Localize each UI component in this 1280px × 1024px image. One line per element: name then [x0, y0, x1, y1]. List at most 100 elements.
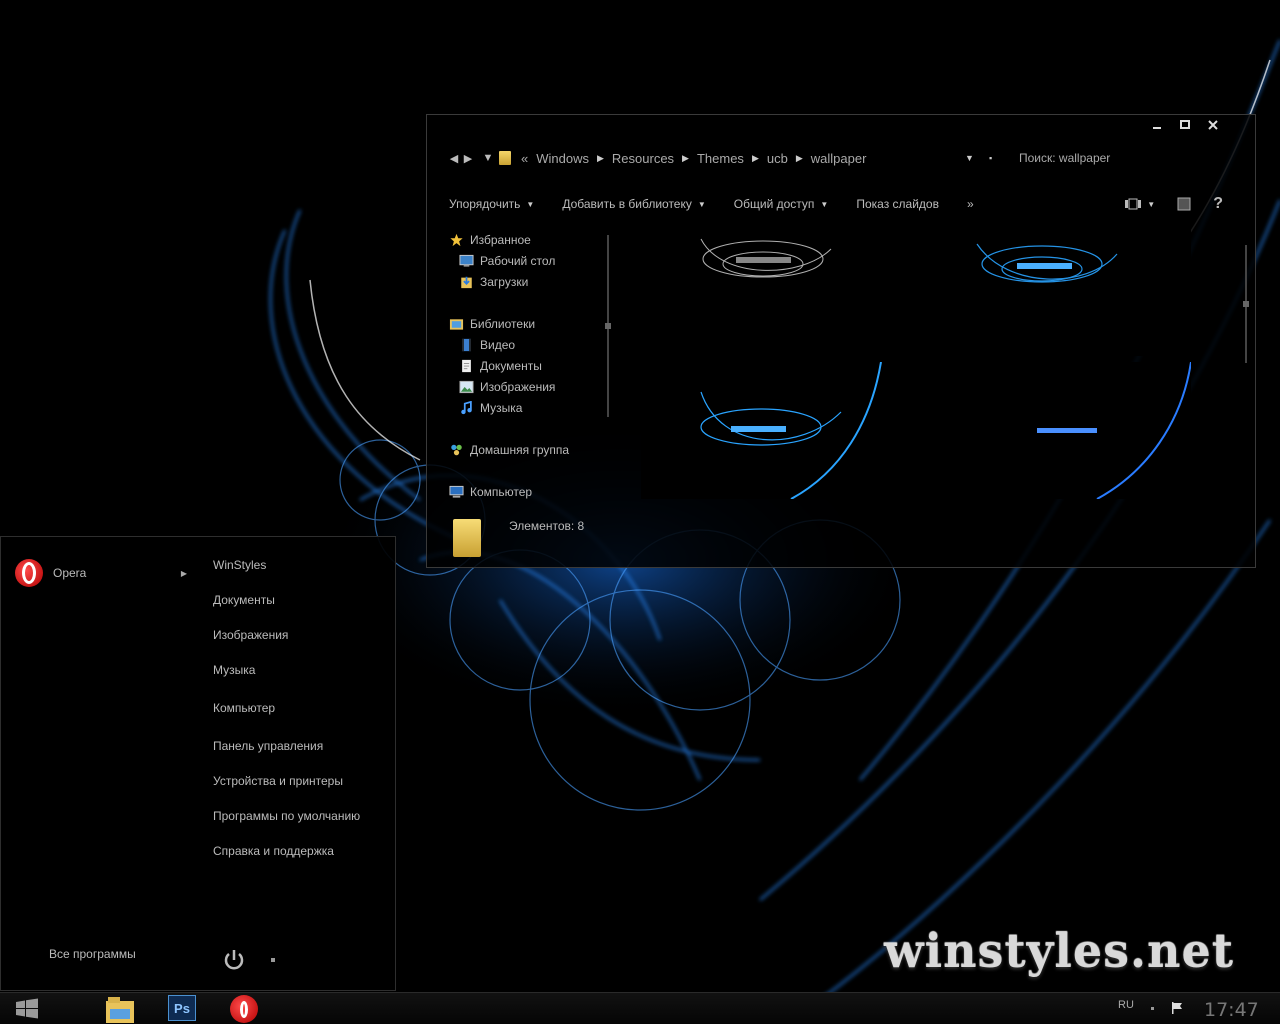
- libraries-icon: [449, 318, 464, 330]
- nav-desktop[interactable]: Рабочий стол: [449, 250, 619, 271]
- search-input[interactable]: Поиск: wallpaper: [1019, 151, 1110, 165]
- content-scrollbar-thumb[interactable]: [1243, 301, 1249, 307]
- start-menu: Opera ▶ WinStyles Документы Изображения …: [0, 536, 396, 991]
- slideshow-label: Показ слайдов: [856, 197, 939, 211]
- star-icon: [450, 233, 463, 246]
- language-indicator[interactable]: RU: [1118, 999, 1134, 1011]
- link-images[interactable]: Изображения: [213, 628, 288, 642]
- share-label: Общий доступ: [733, 197, 815, 211]
- back-button[interactable]: ◀: [447, 152, 461, 165]
- nav-libraries[interactable]: Библиотеки: [449, 313, 619, 334]
- windows-logo-icon[interactable]: [14, 997, 40, 1021]
- minimize-icon: [1153, 127, 1161, 129]
- nav-music-label: Музыка: [480, 400, 523, 415]
- close-icon: [1208, 120, 1218, 130]
- recent-pages-dropdown[interactable]: ▼: [481, 152, 495, 164]
- maximize-button[interactable]: [1177, 119, 1193, 133]
- add-to-library-label: Добавить в библиотеку: [562, 197, 692, 211]
- add-to-library-menu[interactable]: Добавить в библиотеку ▼: [562, 197, 705, 211]
- breadcrumb-themes[interactable]: Themes: [697, 151, 744, 166]
- forward-button[interactable]: ▶: [461, 152, 475, 165]
- nav-music[interactable]: Музыка: [449, 397, 619, 418]
- more-commands-button[interactable]: »: [967, 197, 974, 211]
- wallpaper-thumbnail[interactable]: [641, 219, 885, 356]
- organize-menu[interactable]: Упорядочить ▼: [449, 197, 534, 211]
- pinned-app-opera[interactable]: Opera ▶: [15, 559, 191, 587]
- chevron-right-icon[interactable]: ▶: [796, 153, 803, 164]
- nav-favorites[interactable]: Избранное: [449, 229, 619, 250]
- close-button[interactable]: [1205, 119, 1221, 133]
- link-help-support[interactable]: Справка и поддержка: [213, 844, 334, 858]
- nav-documents[interactable]: Документы: [449, 355, 619, 376]
- caret-down-icon: ▼: [526, 199, 535, 209]
- item-count: Элементов: 8: [509, 519, 585, 533]
- link-winstyles[interactable]: WinStyles: [213, 558, 266, 572]
- refresh-button[interactable]: ▪: [989, 153, 992, 163]
- caret-down-icon: ▼: [697, 199, 706, 209]
- caret-down-icon: ▼: [1147, 199, 1156, 209]
- action-center-flag-icon[interactable]: [1170, 1001, 1184, 1015]
- link-music[interactable]: Музыка: [213, 663, 255, 677]
- breadcrumb-resources[interactable]: Resources: [612, 151, 674, 166]
- nav-computer[interactable]: Компьютер: [449, 481, 619, 502]
- nav-video[interactable]: Видео: [449, 334, 619, 355]
- opera-icon: [15, 559, 43, 587]
- folder-icon: [453, 519, 481, 557]
- downloads-icon: [461, 276, 472, 288]
- link-default-programs[interactable]: Программы по умолчанию: [213, 809, 360, 823]
- breadcrumb-overflow[interactable]: «: [521, 151, 528, 166]
- thumbnail-image: [976, 243, 1118, 283]
- nav-favorites-label: Избранное: [470, 232, 531, 247]
- wallpaper-thumbnail[interactable]: [641, 362, 885, 499]
- link-devices-printers[interactable]: Устройства и принтеры: [213, 774, 343, 788]
- nav-images[interactable]: Изображения: [449, 376, 619, 397]
- nav-computer-label: Компьютер: [470, 484, 533, 499]
- explorer-window: ◀ ▶ ▼ « Windows ▶ Resources ▶ Themes ▶ u…: [426, 114, 1256, 568]
- breadcrumb-windows[interactable]: Windows: [536, 151, 589, 166]
- details-pane: Элементов: 8: [449, 515, 1239, 561]
- chevron-right-icon[interactable]: ▶: [752, 153, 759, 164]
- help-button[interactable]: ?: [1213, 195, 1223, 213]
- breadcrumb-ucb[interactable]: ucb: [767, 151, 788, 166]
- chevron-right-icon[interactable]: ▶: [181, 569, 187, 578]
- view-options-button[interactable]: ▼: [1125, 198, 1155, 210]
- preview-pane-button[interactable]: [1177, 197, 1191, 211]
- link-control-panel[interactable]: Панель управления: [213, 739, 323, 753]
- nav-homegroup[interactable]: Домашняя группа: [449, 439, 619, 460]
- all-programs-button[interactable]: Все программы: [49, 947, 136, 961]
- wallpaper-thumbnail[interactable]: [947, 362, 1191, 499]
- link-documents[interactable]: Документы: [213, 593, 275, 607]
- breadcrumb-wallpaper[interactable]: wallpaper: [811, 151, 867, 166]
- share-menu[interactable]: Общий доступ ▼: [734, 197, 829, 211]
- nav-downloads[interactable]: Загрузки: [449, 271, 619, 292]
- address-dropdown[interactable]: ▼: [965, 153, 974, 163]
- shutdown-options-button[interactable]: [271, 958, 275, 962]
- taskbar: Ps RU 17:47: [0, 992, 1280, 1024]
- organize-label: Упорядочить: [449, 197, 521, 211]
- wallpaper-thumbnail[interactable]: [947, 219, 1191, 356]
- chevron-right-icon[interactable]: ▶: [682, 153, 689, 164]
- thumbnail-image: [1037, 362, 1191, 499]
- homegroup-icon: [451, 444, 462, 455]
- clock[interactable]: 17:47: [1204, 999, 1259, 1021]
- nav-scrollbar-thumb[interactable]: [605, 323, 611, 329]
- power-icon[interactable]: [221, 947, 247, 973]
- slideshow-button[interactable]: Показ слайдов: [856, 197, 939, 211]
- opera-taskbar-icon[interactable]: [230, 995, 258, 1023]
- command-bar: Упорядочить ▼ Добавить в библиотеку ▼ Общи…: [449, 195, 1239, 213]
- tray-overflow[interactable]: [1151, 1007, 1154, 1010]
- opera-icon: [240, 1000, 248, 1018]
- nav-downloads-label: Загрузки: [480, 274, 529, 289]
- photoshop-taskbar-icon[interactable]: Ps: [168, 995, 196, 1021]
- address-bar: ◀ ▶ ▼ « Windows ▶ Resources ▶ Themes ▶ u…: [447, 147, 1237, 169]
- minimize-button[interactable]: [1149, 119, 1165, 133]
- link-computer[interactable]: Компьютер: [213, 701, 275, 715]
- music-icon: [461, 400, 472, 414]
- nav-images-label: Изображения: [480, 379, 556, 394]
- caret-down-icon: ▼: [820, 199, 829, 209]
- chevron-right-icon[interactable]: ▶: [597, 153, 604, 164]
- desktop-icon: [459, 254, 474, 267]
- explorer-taskbar-icon[interactable]: [104, 995, 136, 1024]
